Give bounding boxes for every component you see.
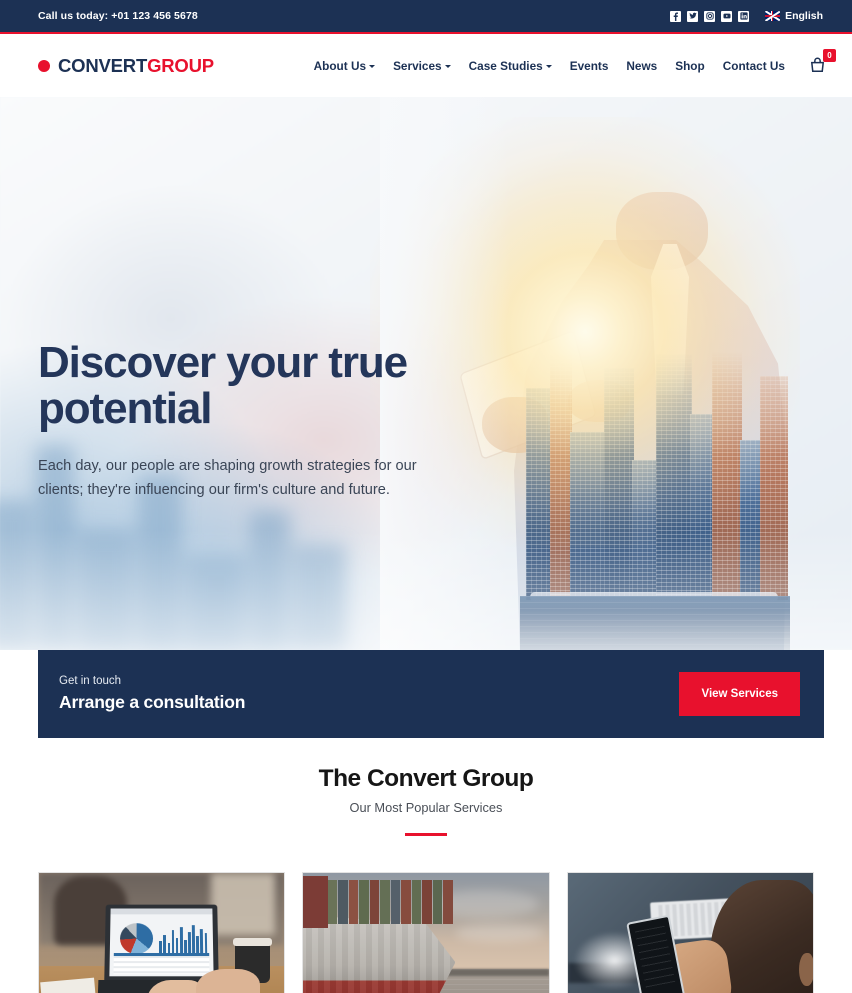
chevron-down-icon [444, 64, 451, 68]
nav-label: Case Studies [468, 58, 543, 73]
hero-title: Discover your true potential [38, 338, 408, 434]
cta-title: Arrange a consultation [59, 692, 246, 712]
hero-subtitle: Each day, our people are shaping growth … [38, 458, 417, 499]
service-card-image[interactable] [302, 871, 550, 993]
service-card: IT Business Consulting [566, 871, 814, 993]
section-subtitle: Our Most Popular Services [349, 800, 503, 815]
nav-label: Shop [675, 58, 705, 73]
top-utility-bar: Call us today: +01 123 456 5678 English [0, 0, 852, 32]
nav-label: Events [569, 58, 609, 73]
reverse-logistics-illustration [303, 872, 549, 993]
logo-text-secondary: GROUP [147, 54, 214, 76]
main-navigation: About Us Services Case Studies Events Ne… [305, 48, 836, 76]
nav-item-about-us[interactable]: About Us [305, 59, 384, 73]
nav-label: News [626, 58, 658, 73]
section-title: The Convert Group [318, 765, 534, 792]
it-consulting-illustration [567, 872, 813, 993]
linkedin-icon[interactable] [738, 10, 750, 22]
chevron-down-icon [369, 64, 376, 68]
youtube-icon[interactable] [721, 10, 733, 22]
cart-button[interactable]: 0 [808, 48, 836, 76]
cart-count-badge: 0 [823, 48, 836, 62]
hero-section: Discover your true potential Each day, o… [0, 97, 852, 650]
nav-item-contact-us[interactable]: Contact Us [714, 59, 794, 73]
uk-flag-icon [765, 11, 781, 21]
service-card-image[interactable] [38, 871, 286, 993]
instagram-icon[interactable] [704, 10, 716, 22]
nav-item-case-studies[interactable]: Case Studies [460, 59, 561, 73]
nav-label: About Us [313, 58, 367, 73]
language-selector[interactable]: English [765, 10, 823, 22]
logo-dot-icon [38, 59, 50, 72]
site-header: CONVERTGROUP About Us Services Case Stud… [0, 34, 852, 97]
cta-banner: Get in touch Arrange a consultation View… [38, 650, 824, 738]
cta-eyebrow: Get in touch [59, 675, 122, 687]
cta-text-group: Get in touch Arrange a consultation [59, 675, 245, 713]
view-services-button[interactable]: View Services [679, 672, 800, 716]
chevron-down-icon [545, 64, 552, 68]
service-card-list: KPI Reporting [0, 836, 852, 993]
twitter-icon[interactable] [687, 10, 699, 22]
logo-text-primary: CONVERT [58, 54, 148, 76]
site-logo[interactable]: CONVERTGROUP [38, 55, 214, 77]
nav-label: Services [393, 58, 442, 73]
nav-item-events[interactable]: Events [561, 59, 618, 73]
kpi-reporting-illustration [39, 872, 285, 993]
hero-content: Discover your true potential Each day, o… [38, 338, 458, 503]
service-card: KPI Reporting [38, 871, 286, 993]
service-card-image[interactable] [566, 871, 814, 993]
nav-item-services[interactable]: Services [384, 59, 460, 73]
nav-label: Contact Us [722, 58, 785, 73]
hero-bottom-fade [0, 530, 852, 650]
facebook-icon[interactable] [670, 10, 682, 22]
nav-item-news[interactable]: News [617, 59, 666, 73]
nav-item-shop[interactable]: Shop [666, 59, 714, 73]
service-card: Reverse Logistics [302, 871, 550, 993]
social-links [670, 10, 750, 22]
phone-number: Call us today: +01 123 456 5678 [38, 10, 198, 22]
language-label: English [785, 10, 823, 22]
logo-text: CONVERTGROUP [58, 55, 214, 77]
topbar-right-group: English [670, 10, 823, 22]
